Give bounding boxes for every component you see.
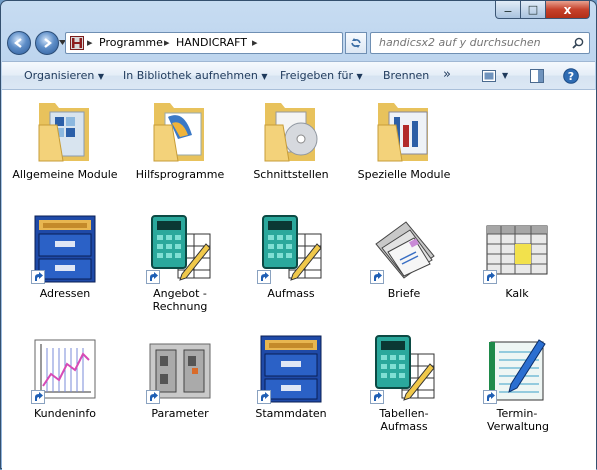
close-icon: x [563, 2, 572, 17]
breadcrumb-handicraft[interactable]: HANDICRAFT [176, 36, 247, 49]
chevron-down-icon: ▼ [356, 72, 363, 81]
breadcrumb-separator-icon[interactable]: ▸ [164, 36, 170, 49]
shortcut-item[interactable]: Adressen [9, 214, 121, 300]
shortcut-item[interactable]: Stammdaten [235, 334, 347, 420]
folder-icon [148, 95, 212, 165]
burn-button[interactable]: Brennen [383, 69, 429, 82]
item-label: Adressen [39, 287, 91, 300]
folder-item[interactable]: Hilfsprogramme [124, 95, 236, 181]
minimize-icon: − [503, 4, 513, 18]
shortcut-arrow-icon [31, 390, 45, 404]
file-cabinet-icon [31, 214, 97, 284]
shortcut-arrow-icon [257, 270, 271, 284]
file-cabinet-icon [257, 334, 323, 404]
item-label: Briefe [387, 287, 421, 300]
shortcut-arrow-icon [370, 270, 384, 284]
chevron-down-icon: ▼ [97, 72, 104, 81]
folder-icon [259, 95, 323, 165]
item-label: Stammdaten [255, 407, 327, 420]
share-with-menu[interactable]: Freigeben für ▼ [280, 69, 363, 82]
address-row: ▸ Programme ▸ HANDICRAFT ▸ [7, 29, 590, 57]
chart-icon [31, 334, 97, 404]
shortcut-arrow-icon [483, 270, 497, 284]
shortcut-arrow-icon [146, 270, 160, 284]
folder-item[interactable]: Allgemeine Module [9, 95, 121, 181]
calculator-icon [146, 214, 212, 284]
item-label: Spezielle Module [357, 168, 451, 181]
item-label: Termin-Verwaltung [487, 407, 549, 433]
item-label: Hilfsprogramme [135, 168, 225, 181]
refresh-button[interactable] [345, 32, 367, 54]
file-list-area: Allgemeine Module Hilfsprogramme Schnitt… [2, 90, 596, 470]
folder-item[interactable]: Schnittstellen [235, 95, 347, 181]
view-chevron-down-icon[interactable]: ▼ [502, 71, 508, 80]
command-bar: Organisieren ▼ In Bibliothek aufnehmen ▼… [2, 61, 595, 90]
breadcrumb-separator-icon[interactable]: ▸ [252, 36, 258, 49]
shortcut-arrow-icon [31, 270, 45, 284]
arrow-right-icon [44, 38, 52, 48]
shortcut-item[interactable]: Angebot - Rechnung [124, 214, 236, 313]
refresh-icon [351, 38, 361, 48]
item-label: Kalk [505, 287, 529, 300]
shortcut-arrow-icon [257, 390, 271, 404]
address-bar[interactable]: ▸ Programme ▸ HANDICRAFT ▸ [65, 32, 343, 54]
letters-icon [370, 214, 436, 284]
minimize-button[interactable]: − [495, 1, 521, 19]
spreadsheet-icon [483, 214, 549, 284]
calculator-icon [257, 214, 323, 284]
folder-item[interactable]: Spezielle Module [348, 95, 460, 181]
shortcut-arrow-icon [370, 390, 384, 404]
shortcut-item[interactable]: Parameter [124, 334, 236, 420]
forward-button[interactable] [35, 31, 59, 55]
help-icon[interactable]: ? [563, 68, 579, 84]
preview-pane-icon[interactable] [530, 69, 544, 83]
back-button[interactable] [7, 31, 31, 55]
item-label: Angebot - Rechnung [152, 287, 208, 313]
item-label: Parameter [151, 407, 209, 420]
item-label: Allgemeine Module [12, 168, 118, 181]
shortcut-item[interactable]: Aufmass [235, 214, 347, 300]
search-icon[interactable] [572, 37, 584, 49]
caption-buttons: − □ x [495, 1, 590, 19]
notebook-icon [483, 334, 549, 404]
maximize-icon: □ [527, 3, 539, 16]
explorer-window: − □ x ▸ Programme ▸ HANDICRAFT ▸ handics… [0, 0, 597, 470]
svg-text:?: ? [568, 70, 574, 83]
shortcut-item[interactable]: Kundeninfo [9, 334, 121, 420]
search-input[interactable] [379, 36, 569, 49]
breadcrumb-programme[interactable]: Programme [99, 36, 163, 49]
item-label: Tabellen-Aufmass [379, 407, 429, 433]
chevron-down-icon: ▼ [261, 72, 268, 81]
folder-icon [33, 95, 97, 165]
shortcut-item[interactable]: Tabellen-Aufmass [348, 334, 460, 433]
shortcut-item[interactable]: Kalk [461, 214, 573, 300]
view-options-icon[interactable] [482, 70, 496, 82]
share-label: Freigeben für [280, 69, 353, 82]
switches-icon [146, 334, 212, 404]
folder-icon [372, 95, 436, 165]
organize-menu[interactable]: Organisieren ▼ [24, 69, 104, 82]
maximize-button[interactable]: □ [521, 1, 546, 19]
arrow-left-icon [14, 38, 22, 48]
shortcut-arrow-icon [483, 390, 497, 404]
item-label: Schnittstellen [253, 168, 329, 181]
search-box[interactable] [370, 32, 590, 54]
close-button[interactable]: x [546, 1, 590, 19]
breadcrumb-separator-icon[interactable]: ▸ [87, 36, 93, 49]
item-label: Aufmass [267, 287, 315, 300]
shortcut-item[interactable]: Briefe [348, 214, 460, 300]
shortcut-arrow-icon [146, 390, 160, 404]
organize-label: Organisieren [24, 69, 95, 82]
handicraft-app-icon [70, 36, 84, 50]
shortcut-item[interactable]: Termin-Verwaltung [461, 334, 573, 433]
calculator-icon [370, 334, 436, 404]
item-label: Kundeninfo [34, 407, 96, 420]
include-in-library-menu[interactable]: In Bibliothek aufnehmen ▼ [123, 69, 267, 82]
more-commands-button[interactable]: » [443, 67, 451, 82]
library-label: In Bibliothek aufnehmen [123, 69, 258, 82]
